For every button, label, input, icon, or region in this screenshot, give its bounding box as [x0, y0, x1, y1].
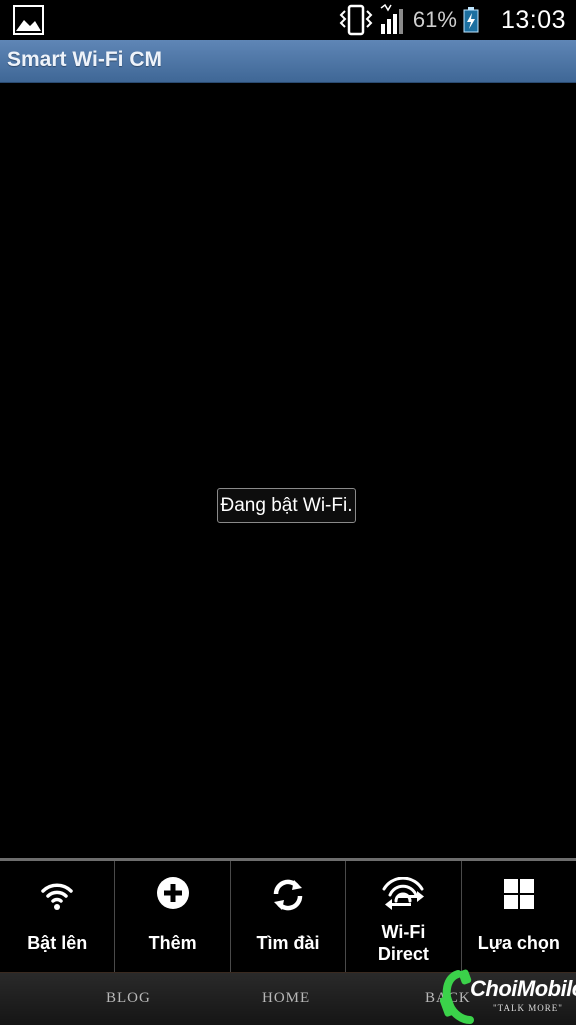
vibrate-icon	[339, 4, 373, 36]
menu-item-label: Lựa chọn	[477, 933, 560, 953]
clock: 13:03	[500, 5, 566, 34]
wifi-direct-icon	[382, 877, 425, 910]
watermark-tagline: "TALK MORE"	[493, 1003, 563, 1013]
status-icons: 61% 13:03	[339, 0, 566, 40]
nav-link-home[interactable]: HOME	[262, 990, 310, 1007]
status-bar: 61% 13:03	[0, 0, 576, 40]
menu-item-options[interactable]: Lựa chọn	[462, 861, 576, 972]
options-menu: Bật lên Thêm Tìm đài Wi-Fi Direct Lựa ch…	[0, 858, 576, 972]
refresh-icon	[273, 879, 303, 911]
signal-icon	[380, 4, 403, 34]
menu-item-turn-on[interactable]: Bật lên	[0, 861, 116, 972]
menu-item-label: Thêm	[148, 933, 197, 953]
menu-item-label: Tìm đài	[256, 933, 320, 953]
main-content	[0, 83, 576, 858]
wifi-icon	[41, 883, 73, 910]
gallery-notification-icon	[13, 5, 44, 35]
watermark-brand: ChoiMobile	[470, 976, 576, 1001]
grid-menu-icon	[503, 879, 534, 909]
menu-item-label: Bật lên	[27, 933, 88, 953]
menu-item-scan[interactable]: Tìm đài	[231, 861, 347, 972]
add-circle-icon	[156, 877, 189, 909]
nav-link-blog[interactable]: BLOG	[106, 990, 151, 1007]
menu-item-label: Wi-Fi Direct	[377, 922, 429, 964]
battery-charging-icon	[463, 7, 479, 33]
menu-item-wifi-direct[interactable]: Wi-Fi Direct	[346, 861, 462, 972]
toast-message: Đang bật Wi-Fi.	[217, 488, 356, 523]
battery-percent: 61%	[412, 7, 457, 32]
app-title: Smart Wi-Fi CM	[7, 48, 162, 71]
menu-item-add[interactable]: Thêm	[115, 861, 231, 972]
app-title-bar: Smart Wi-Fi CM	[0, 40, 576, 83]
